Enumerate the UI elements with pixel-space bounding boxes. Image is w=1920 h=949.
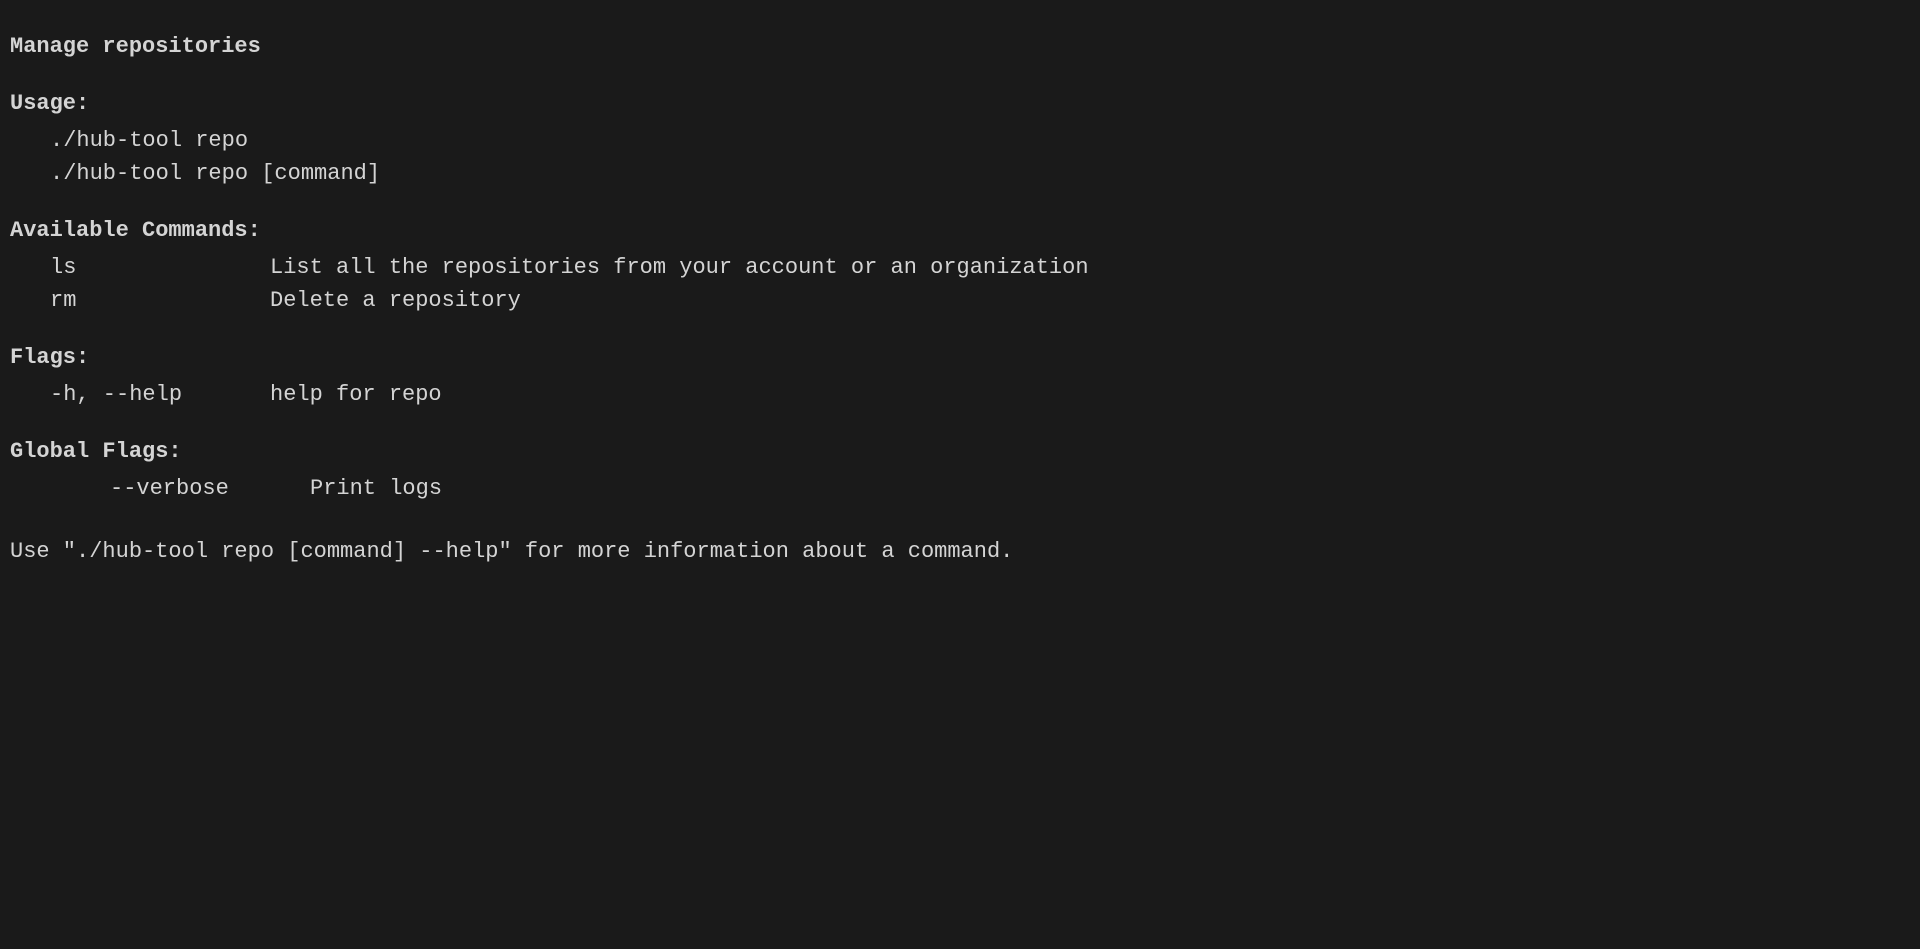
flag-help: -h, --help help for repo: [10, 378, 1910, 411]
footer-text: Use "./hub-tool repo [command] --help" f…: [10, 535, 1910, 568]
usage-line-2: ./hub-tool repo [command]: [10, 157, 1910, 190]
available-commands-section: Available Commands: ls List all the repo…: [10, 214, 1910, 317]
flags-section: Flags: -h, --help help for repo: [10, 341, 1910, 411]
flag-help-name: -h, --help: [50, 378, 270, 411]
global-flag-verbose: --verbose Print logs: [10, 472, 1910, 505]
command-rm-description: Delete a repository: [270, 284, 521, 317]
global-flag-verbose-name: --verbose: [110, 472, 310, 505]
global-flags-label: Global Flags:: [10, 435, 1910, 468]
terminal-output: Manage repositories Usage: ./hub-tool re…: [10, 20, 1910, 578]
page-title: Manage repositories: [10, 30, 1910, 63]
usage-section: Usage: ./hub-tool repo ./hub-tool repo […: [10, 87, 1910, 190]
usage-label: Usage:: [10, 87, 1910, 120]
title-section: Manage repositories: [10, 30, 1910, 63]
command-ls-name: ls: [50, 251, 270, 284]
global-flag-verbose-description: Print logs: [310, 472, 442, 505]
command-rm-name: rm: [50, 284, 270, 317]
command-ls: ls List all the repositories from your a…: [10, 251, 1910, 284]
available-commands-label: Available Commands:: [10, 214, 1910, 247]
global-flags-section: Global Flags: --verbose Print logs: [10, 435, 1910, 505]
flag-help-description: help for repo: [270, 378, 442, 411]
command-rm: rm Delete a repository: [10, 284, 1910, 317]
flags-label: Flags:: [10, 341, 1910, 374]
usage-line-1: ./hub-tool repo: [10, 124, 1910, 157]
command-ls-description: List all the repositories from your acco…: [270, 251, 1089, 284]
